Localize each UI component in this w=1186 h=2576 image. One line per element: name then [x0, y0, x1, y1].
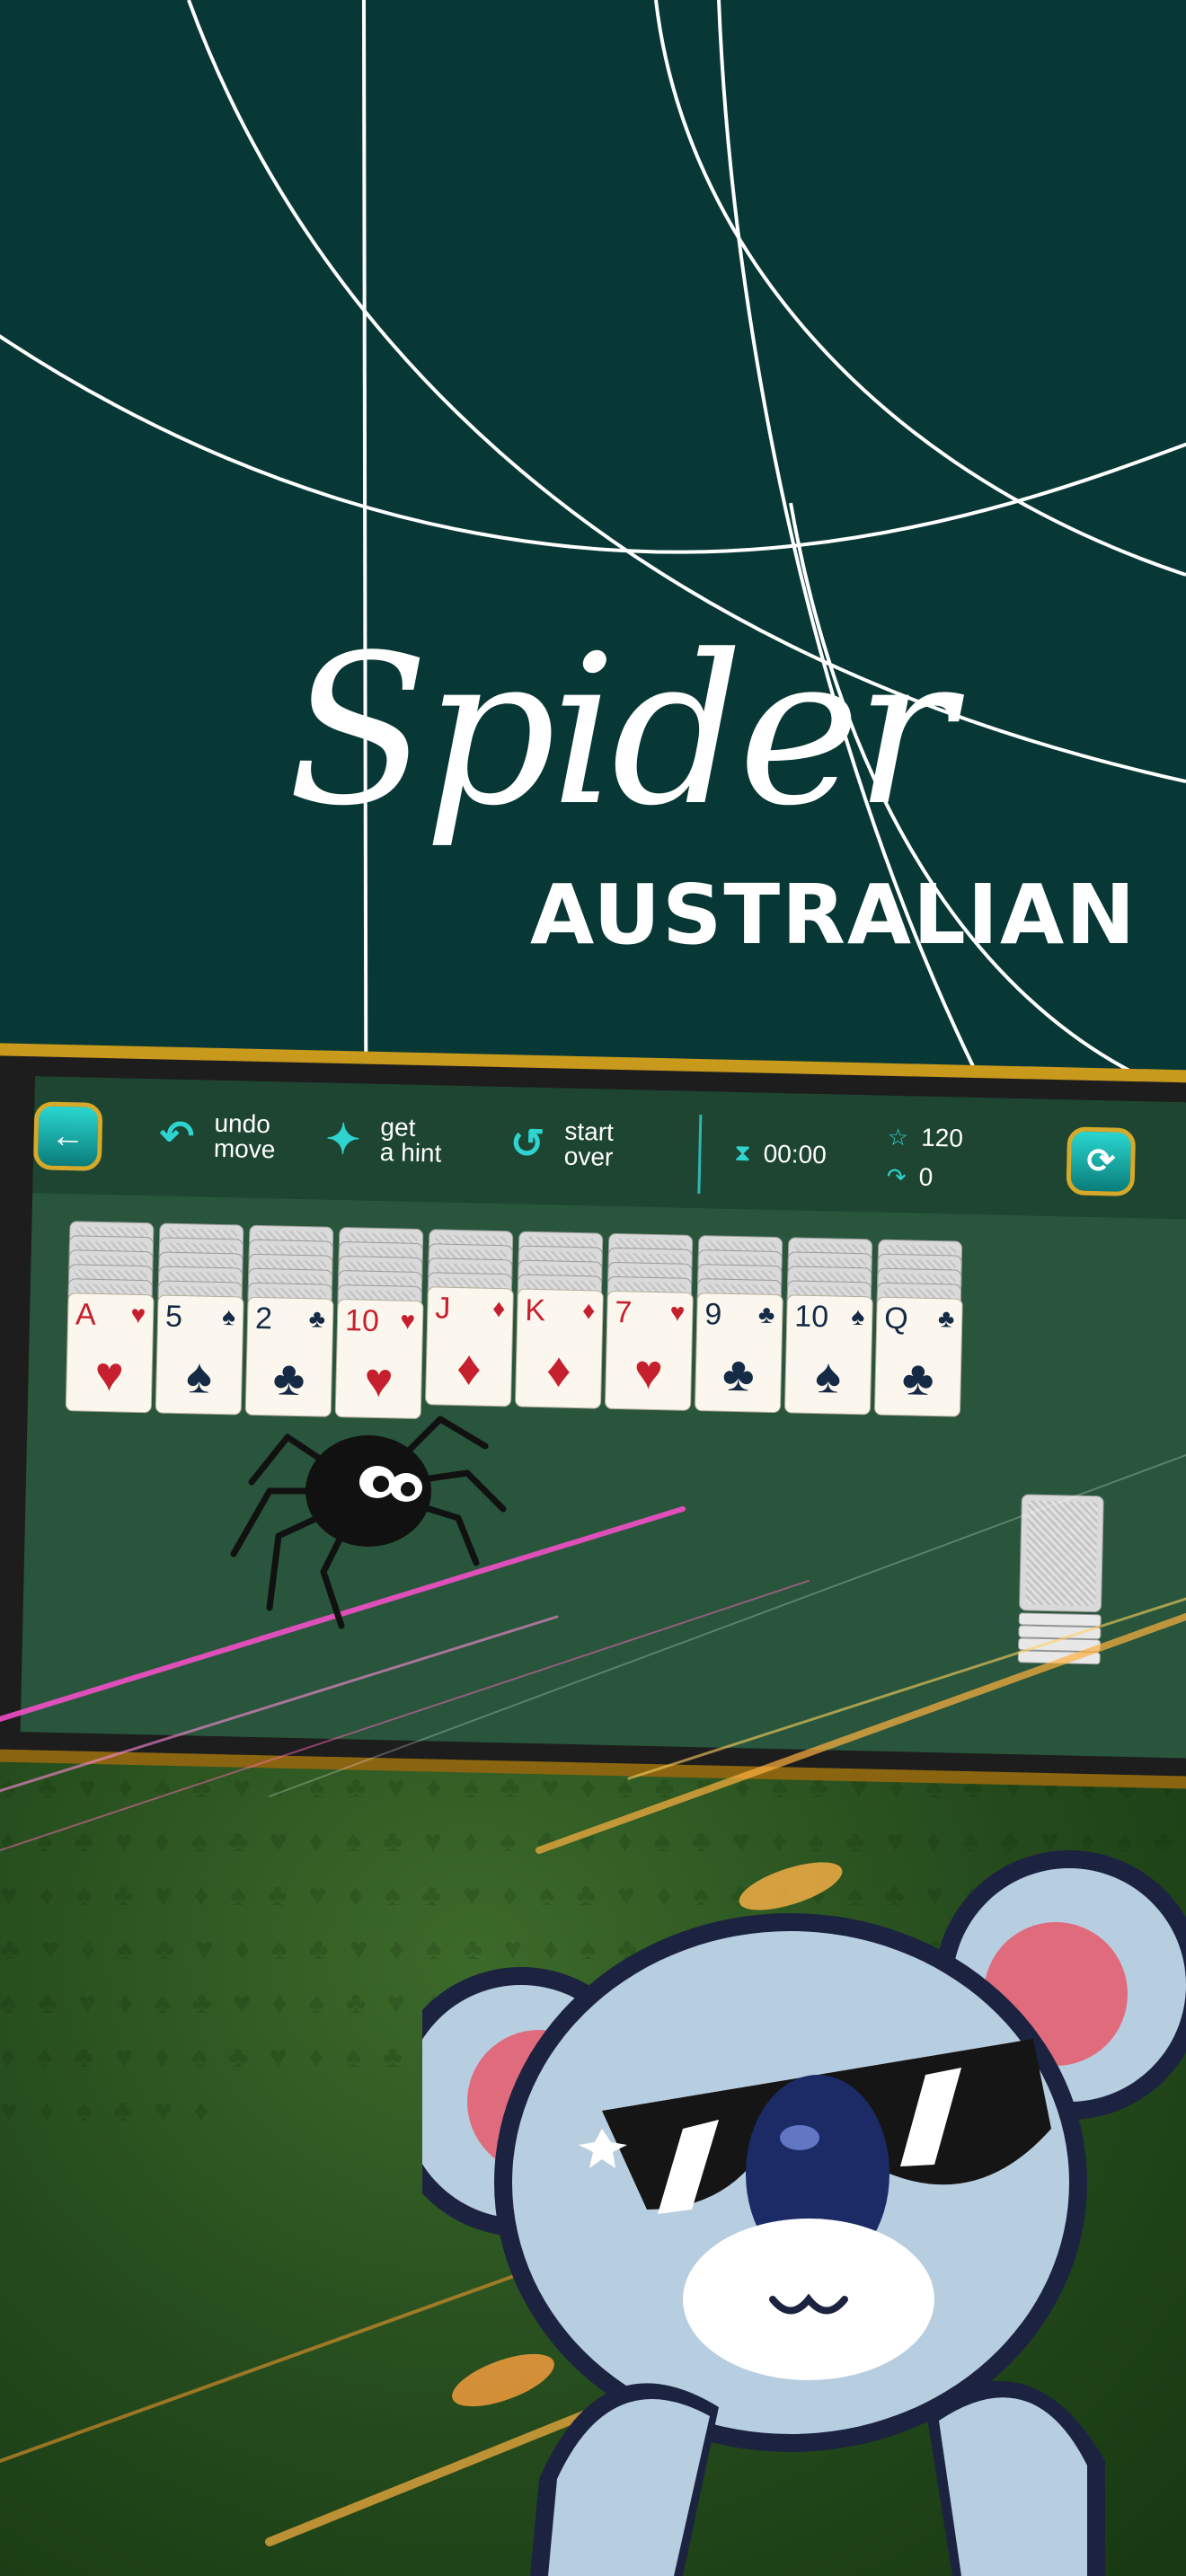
game-title-script: Spider	[288, 612, 954, 851]
face-up-card[interactable]: A ♥ ♥	[65, 1292, 155, 1414]
card-rank: 10	[344, 1303, 380, 1339]
face-up-card[interactable]: K ♦ ♦	[514, 1288, 604, 1409]
tableau-column[interactable]: 10 ♥ ♥	[334, 1226, 425, 1420]
restart-arrow-icon: ↺	[509, 1119, 545, 1168]
face-up-card[interactable]: 7 ♥ ♥	[604, 1290, 694, 1411]
card-rank: Q	[883, 1301, 909, 1337]
tableau-column[interactable]: Q ♣ ♣	[873, 1239, 964, 1417]
get-hint-button[interactable]: ✦ get a hint	[325, 1112, 480, 1168]
card-suit: ♣	[937, 1304, 955, 1333]
card-rank: 5	[164, 1299, 183, 1335]
card-suit: ♥	[669, 1298, 686, 1327]
hourglass-icon: ⧗	[734, 1138, 752, 1167]
moves-display: ↷ 0	[887, 1162, 934, 1192]
card-rank: A	[75, 1297, 97, 1332]
undo-arrow-icon: ↶	[159, 1111, 195, 1160]
arrow-left-icon: ←	[50, 1116, 86, 1156]
game-toolbar: ← ↶ undo move ✦ get a hint ↺ start over …	[32, 1076, 1186, 1221]
card-suit-large: ♥	[633, 1345, 664, 1400]
timer-display: ⧗ 00:00	[734, 1139, 827, 1169]
score-display: ☆ 120	[888, 1123, 964, 1153]
refresh-button[interactable]: ⟳	[1066, 1126, 1137, 1197]
card-suit: ♠	[851, 1301, 865, 1331]
tableau-column[interactable]: 9 ♣ ♣	[694, 1235, 784, 1414]
card-suit-large: ♣	[721, 1346, 756, 1402]
koala-mascot	[422, 1850, 1186, 2576]
card-suit: ♣	[308, 1304, 326, 1333]
card-suit: ♦	[491, 1293, 506, 1323]
tableau-column[interactable]: J ♦ ♦	[424, 1229, 515, 1407]
face-up-card[interactable]: 10 ♠ ♠	[783, 1294, 873, 1416]
tableau-column[interactable]: 5 ♠ ♠	[155, 1222, 245, 1416]
undo-move-button[interactable]: ↶ undo move	[159, 1108, 314, 1164]
tableau-column[interactable]: A ♥ ♥	[65, 1221, 156, 1414]
face-up-card[interactable]: 9 ♣ ♣	[694, 1292, 783, 1414]
magic-wand-icon: ✦	[325, 1115, 361, 1163]
start-over-label: start over	[563, 1116, 615, 1171]
tablet-device: ← ↶ undo move ✦ get a hint ↺ start over …	[0, 1042, 1186, 1790]
score-value: 120	[920, 1123, 964, 1152]
card-rank: 10	[793, 1299, 829, 1335]
card-rank: 9	[704, 1297, 722, 1332]
refresh-icon: ⟳	[1085, 1142, 1116, 1181]
tableau-column[interactable]: K ♦ ♦	[514, 1231, 605, 1409]
card-rank: K	[524, 1292, 546, 1328]
card-suit: ♣	[757, 1300, 775, 1328]
card-suit-large: ♦	[545, 1343, 572, 1398]
get-hint-label: get a hint	[379, 1112, 442, 1168]
game-screen: ← ↶ undo move ✦ get a hint ↺ start over …	[20, 1076, 1186, 1760]
start-over-button[interactable]: ↺ start over	[509, 1117, 664, 1171]
card-suit: ♥	[130, 1300, 146, 1329]
undo-move-label: undo move	[213, 1108, 276, 1164]
game-subtitle: AUSTRALIAN	[530, 867, 1137, 963]
stock-top-card[interactable]	[1018, 1494, 1104, 1613]
card-rank: J	[434, 1291, 451, 1326]
back-button[interactable]: ←	[32, 1101, 103, 1171]
card-rank: 7	[614, 1294, 633, 1330]
face-up-card[interactable]: Q ♣ ♣	[873, 1296, 963, 1417]
stock-card-edge	[1017, 1650, 1101, 1665]
card-suit: ♦	[581, 1296, 596, 1325]
moves-value: 0	[918, 1162, 934, 1191]
moves-arrow-icon: ↷	[886, 1162, 907, 1190]
card-suit: ♥	[400, 1306, 416, 1335]
tableau-column[interactable]: 7 ♥ ♥	[604, 1232, 695, 1411]
star-icon: ☆	[887, 1123, 909, 1151]
card-suit-large: ♠	[814, 1349, 842, 1404]
stock-pile[interactable]	[1017, 1494, 1108, 1665]
tableau-column[interactable]: 2 ♣ ♣	[244, 1224, 335, 1417]
card-suit-large: ♥	[93, 1346, 125, 1402]
timer-value: 00:00	[763, 1139, 828, 1169]
tableau-column[interactable]: 10 ♠ ♠	[783, 1237, 874, 1416]
card-suit: ♠	[221, 1302, 236, 1331]
card-rank: 2	[254, 1301, 273, 1337]
toolbar-divider	[697, 1115, 703, 1195]
card-suit-large: ♣	[901, 1351, 935, 1407]
spider-mascot	[230, 1416, 507, 1629]
